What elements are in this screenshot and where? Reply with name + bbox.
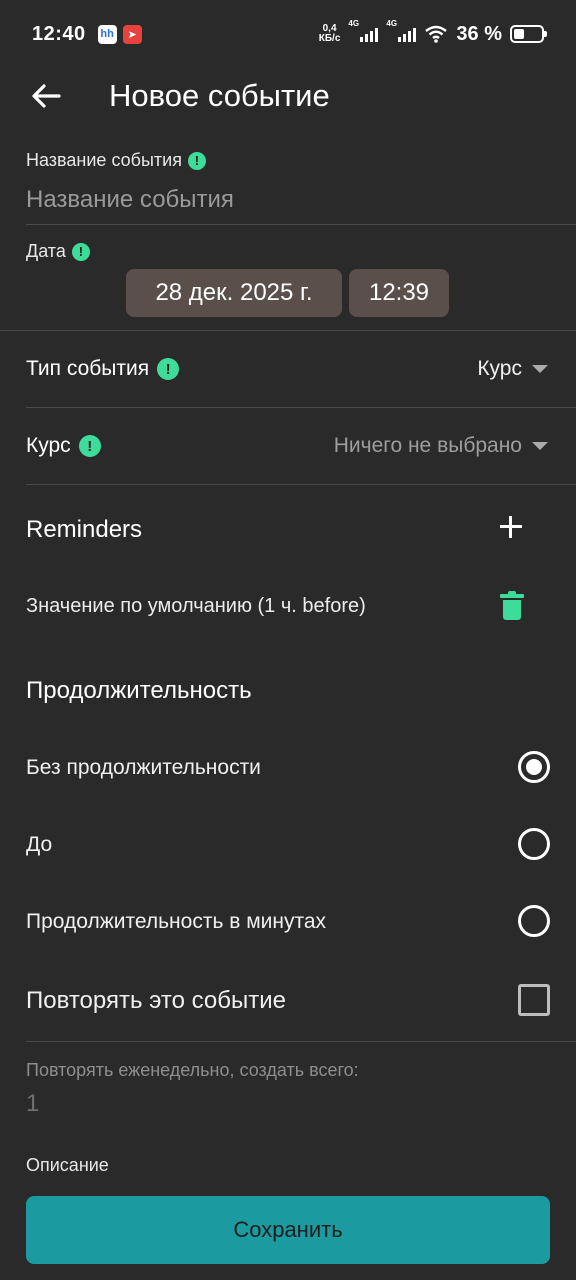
battery-percent: 36 %	[456, 22, 502, 45]
repeat-event-label: Повторять это событие	[26, 987, 286, 1014]
date-label: Дата !	[26, 241, 90, 262]
wifi-icon	[425, 25, 448, 43]
course-label: Курс !	[26, 434, 101, 458]
event-type-value: Курс	[477, 357, 522, 380]
required-warning-icon: !	[157, 358, 180, 380]
required-warning-icon: !	[78, 435, 101, 457]
course-label-text: Курс	[26, 434, 71, 457]
duration-option-none-label: Без продолжительности	[26, 756, 261, 779]
duration-option-minutes-label: Продолжительность в минутах	[26, 910, 327, 933]
reminder-item: Значение по умолчанию (1 ч. before)	[26, 595, 366, 617]
duration-title: Продолжительность	[26, 677, 252, 704]
divider	[26, 484, 576, 485]
network-speed-unit: КБ/с	[318, 33, 341, 44]
divider	[26, 407, 576, 408]
duration-option-until-radio[interactable]	[518, 828, 550, 860]
divider	[0, 330, 576, 331]
divider	[26, 1041, 576, 1042]
arrow-left-icon	[32, 84, 61, 108]
caret-down-icon	[532, 442, 548, 450]
network-type-1: 4G	[348, 19, 360, 28]
duration-option-until-label: До	[26, 833, 53, 856]
event-type-label-text: Тип события	[26, 357, 150, 380]
time-picker-chip[interactable]: 12:39	[349, 269, 449, 317]
status-bar: 12:40 hh ➤ 0,4 КБ/с 4G 4G 36 %	[0, 0, 576, 68]
signal-icon-2: 4G	[386, 19, 417, 42]
caret-down-icon	[532, 365, 548, 373]
repeat-count-input[interactable]: 1	[26, 1090, 39, 1118]
event-type-dropdown[interactable]: Курс	[477, 357, 548, 381]
save-button[interactable]: Сохранить	[26, 1196, 550, 1264]
event-name-label-text: Название события	[26, 150, 182, 170]
add-reminder-button[interactable]	[494, 510, 528, 544]
event-name-input[interactable]	[26, 180, 566, 220]
duration-option-none-radio[interactable]	[518, 751, 550, 783]
repeat-event-checkbox[interactable]	[518, 984, 550, 1016]
duration-option-minutes-radio[interactable]	[518, 905, 550, 937]
repeat-weekly-label: Повторять еженедельно, создать всего:	[26, 1060, 359, 1080]
network-type-2: 4G	[386, 19, 398, 28]
date-label-text: Дата	[26, 241, 66, 261]
app-bar: Новое событие	[0, 68, 576, 126]
course-value: Ничего не выбрано	[333, 434, 522, 457]
signal-icon: 4G	[348, 19, 379, 42]
hh-app-icon: hh	[97, 24, 117, 44]
required-warning-icon: !	[187, 151, 206, 170]
divider	[26, 224, 576, 225]
event-type-label: Тип события !	[26, 357, 180, 381]
reminders-title: Reminders	[26, 516, 143, 543]
description-label: Описание	[26, 1155, 109, 1175]
status-time: 12:40	[32, 22, 86, 45]
back-button[interactable]	[26, 76, 66, 116]
battery-icon	[510, 25, 547, 43]
date-picker-chip[interactable]: 28 дек. 2025 г.	[126, 269, 342, 317]
page-title: Новое событие	[109, 78, 330, 113]
network-speed: 0,4 КБ/с	[319, 24, 341, 44]
telegram-icon: ➤	[122, 24, 142, 44]
course-dropdown[interactable]: Ничего не выбрано	[334, 434, 548, 458]
required-warning-icon: !	[71, 242, 90, 261]
delete-reminder-button[interactable]	[500, 591, 524, 620]
event-name-label: Название события !	[26, 150, 206, 171]
